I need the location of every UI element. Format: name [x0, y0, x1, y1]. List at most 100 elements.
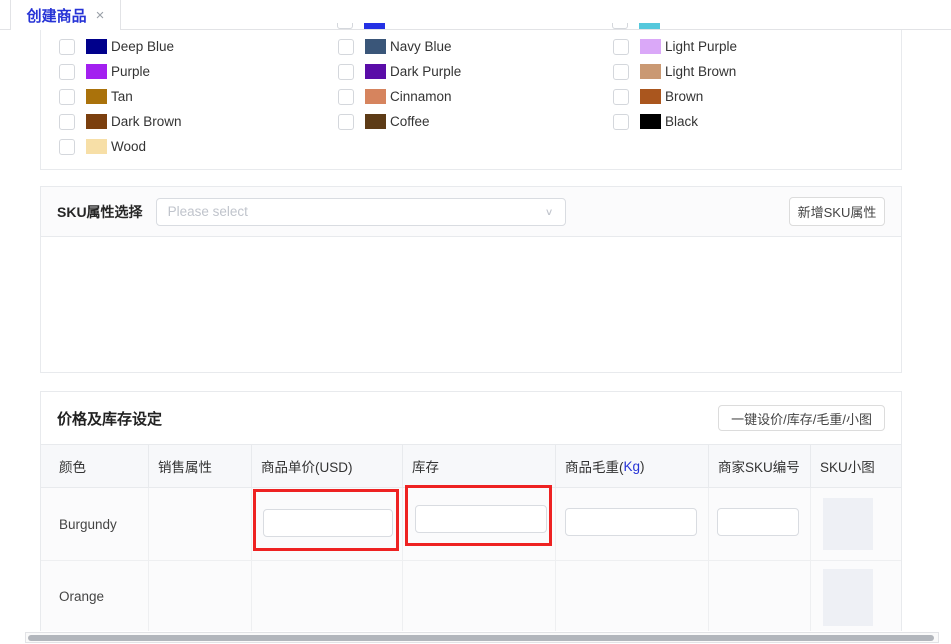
tabbar-divider	[0, 29, 951, 30]
gross-weight-input[interactable]	[565, 508, 697, 536]
table-header-6: 商家SKU编号	[709, 444, 811, 488]
color-swatch	[86, 39, 107, 54]
tab-create-product-label: 创建商品	[26, 7, 87, 25]
color-swatch	[86, 114, 107, 129]
sku-attributes-empty-area	[40, 237, 902, 373]
color-column-1: Deep Blue Purple Tan Dark Brown Wood	[59, 34, 182, 159]
color-swatch	[86, 89, 107, 104]
table-cell	[811, 561, 901, 631]
color-option-label: Tan	[111, 89, 133, 104]
checkbox[interactable]	[59, 138, 75, 155]
checkbox[interactable]	[338, 38, 354, 55]
checkbox[interactable]	[59, 88, 75, 105]
color-option-coffee[interactable]: Coffee	[338, 109, 461, 134]
checkbox[interactable]	[613, 113, 629, 130]
sku-attribute-select[interactable]: Please select ∨	[155, 197, 566, 226]
color-swatch	[640, 39, 661, 54]
sku-attribute-label: SKU属性选择	[57, 203, 143, 220]
table-cell	[149, 488, 252, 561]
color-swatch	[640, 89, 661, 104]
color-column-3: Light Purple Light Brown Brown Black	[613, 34, 737, 134]
color-option-label: Dark Purple	[390, 64, 462, 79]
checkbox[interactable]	[338, 113, 354, 130]
color-swatch	[365, 89, 386, 104]
clipped-color-row-item	[337, 23, 387, 29]
color-option-label: Light Brown	[665, 64, 737, 79]
color-swatch	[640, 114, 661, 129]
table-cell	[149, 561, 252, 631]
table-cell	[403, 561, 556, 631]
checkbox[interactable]	[59, 113, 75, 130]
table-cell	[403, 488, 556, 561]
color-swatch	[86, 64, 107, 79]
color-option-purple[interactable]: Purple	[59, 59, 182, 84]
color-option-cinnamon[interactable]: Cinnamon	[338, 84, 461, 109]
color-option-light-brown[interactable]: Light Brown	[613, 59, 737, 84]
table-cell	[556, 488, 709, 561]
tab-close-icon[interactable]: ×	[96, 8, 105, 23]
stock-input[interactable]	[415, 505, 547, 533]
header-accent-text: Kg	[623, 458, 641, 474]
color-option-tan[interactable]: Tan	[59, 84, 182, 109]
color-option-label: Wood	[111, 139, 147, 154]
checkbox[interactable]	[338, 88, 354, 105]
color-option-brown[interactable]: Brown	[613, 84, 737, 109]
row-color-name-orange: Orange	[41, 561, 149, 631]
table-cell	[556, 561, 709, 631]
checkbox[interactable]	[59, 63, 75, 80]
partial-swatch-blue	[364, 23, 385, 29]
color-option-label: Light Purple	[665, 39, 738, 54]
color-swatch	[86, 139, 107, 154]
color-option-deep-blue[interactable]: Deep Blue	[59, 34, 182, 59]
color-options-section: Deep Blue Purple Tan Dark Brown Wood Navy Bl…	[40, 30, 902, 170]
price-stock-table: 颜色 销售属性 商品单价(USD) 库存 商品毛重(Kg) 商家SKU编号 SKU小图 Bur…	[41, 444, 901, 631]
horizontal-scrollbar-track[interactable]	[25, 632, 939, 643]
checkbox[interactable]	[338, 63, 354, 80]
chevron-down-icon: ∨	[544, 205, 554, 218]
color-option-label: Coffee	[390, 114, 430, 129]
color-option-label: Cinnamon	[390, 89, 452, 104]
bulk-set-button[interactable]: 一键设价/库存/毛重/小图	[718, 405, 885, 431]
color-option-light-purple[interactable]: Light Purple	[613, 34, 737, 59]
clipped-checkbox	[337, 23, 353, 29]
sku-thumbnail-placeholder[interactable]	[823, 498, 873, 550]
color-option-dark-brown[interactable]: Dark Brown	[59, 109, 182, 134]
checkbox[interactable]	[613, 63, 629, 80]
add-sku-attribute-button[interactable]: 新增SKU属性	[789, 197, 885, 226]
table-cell	[252, 488, 403, 561]
table-header-3: 商品单价(USD)	[252, 444, 403, 488]
color-option-dark-purple[interactable]: Dark Purple	[338, 59, 461, 84]
unit-price-input[interactable]	[263, 509, 393, 537]
sku-attribute-select-placeholder: Please select	[167, 204, 248, 219]
table-header-2: 销售属性	[149, 444, 252, 488]
color-option-label: Deep Blue	[111, 39, 175, 54]
create-product-page: { "accent_color": "#2633d6", "tab": { "l…	[0, 0, 951, 644]
price-stock-section: 价格及库存设定 一键设价/库存/毛重/小图 颜色 销售属性 商品单价(USD) 库存商…	[40, 391, 902, 631]
sku-thumbnail-placeholder[interactable]	[823, 569, 873, 626]
color-option-label: Dark Brown	[111, 114, 182, 129]
table-header-4: 库存	[403, 444, 556, 488]
table-header-5: 商品毛重(Kg)	[556, 444, 709, 488]
clipped-color-row-item	[612, 23, 662, 29]
table-cell	[811, 488, 901, 561]
checkbox[interactable]	[613, 88, 629, 105]
color-option-label: Navy Blue	[390, 39, 452, 54]
color-option-black[interactable]: Black	[613, 109, 737, 134]
tab-create-product[interactable]: 创建商品 ×	[10, 0, 121, 30]
color-swatch	[640, 64, 661, 79]
color-option-wood[interactable]: Wood	[59, 134, 182, 159]
checkbox[interactable]	[59, 38, 75, 55]
table-header-1: 颜色	[41, 444, 149, 488]
color-swatch	[365, 64, 386, 79]
color-option-navy-blue[interactable]: Navy Blue	[338, 34, 461, 59]
color-column-2: Navy Blue Dark Purple Cinnamon Coffee	[338, 34, 461, 134]
table-header-7: SKU小图	[811, 444, 901, 488]
clipped-checkbox	[612, 23, 628, 29]
price-stock-header: 价格及库存设定 一键设价/库存/毛重/小图	[41, 392, 901, 444]
color-swatch	[365, 39, 386, 54]
color-option-label: Purple	[111, 64, 151, 79]
row-color-name-burgundy: Burgundy	[41, 488, 149, 561]
horizontal-scrollbar-thumb[interactable]	[28, 635, 934, 641]
merchant-sku-input[interactable]	[717, 508, 799, 536]
checkbox[interactable]	[613, 38, 629, 55]
